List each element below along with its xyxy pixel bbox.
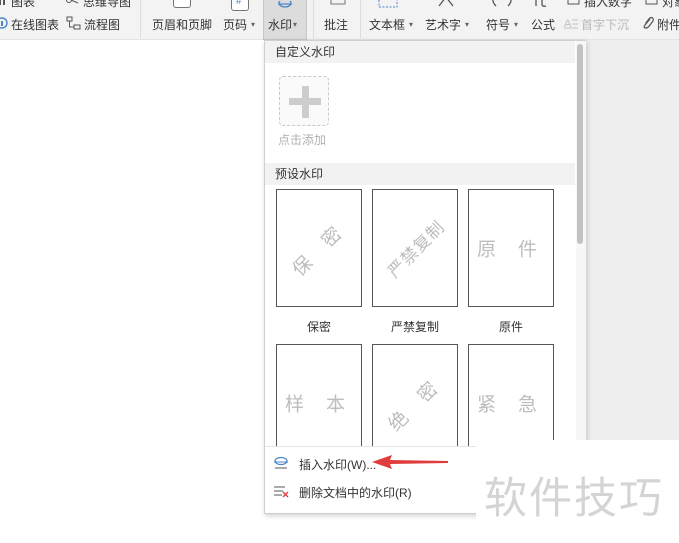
symbol-icon [491, 0, 513, 11]
textbox-button[interactable]: 文本框 ▾ [369, 16, 413, 33]
drop-cap-button[interactable]: A 首字下沉 [564, 16, 629, 33]
preset-watermark-caption: 保密 [306, 320, 331, 334]
page-number-icon: # [231, 0, 249, 11]
svg-text:A: A [564, 18, 572, 29]
preset-watermark-card[interactable]: 保 密 [276, 189, 362, 307]
insert-watermark-icon [273, 456, 289, 473]
add-custom-watermark-label: 点击添加 [278, 133, 327, 147]
arrow-icon [370, 452, 450, 475]
preset-watermark-caption: 原件 [498, 320, 523, 334]
toolbar-separator [360, 0, 361, 38]
online-chart-button[interactable]: 在线图表 [0, 16, 59, 33]
preset-watermark-card[interactable]: 严禁复制 [372, 189, 458, 307]
formula-button[interactable]: 公式 [531, 16, 555, 33]
chart-button[interactable]: 图表 [0, 0, 35, 10]
preset-watermark-card[interactable]: 绝 密 [372, 344, 458, 462]
mindmap-button[interactable]: 思维导图 [66, 0, 131, 10]
preset-watermark-card[interactable]: 原 件 [468, 189, 554, 307]
textbox-icon [378, 0, 398, 12]
online-chart-icon [0, 16, 8, 33]
delete-watermark-icon [273, 484, 289, 501]
insert-number-button[interactable]: 插入数字 [567, 0, 632, 10]
custom-watermark-header: 自定义水印 [265, 41, 575, 63]
comment-icon [330, 0, 346, 10]
symbol-button[interactable]: 符号 ▾ [486, 16, 518, 33]
header-footer-button[interactable]: 页眉和页脚 [152, 16, 212, 33]
object-button[interactable]: 对象 [645, 0, 679, 10]
wordart-button[interactable]: 艺术字 ▾ [425, 16, 469, 33]
screen: { "toolbar": { "top_clipped_left": "图表",… [0, 0, 679, 543]
toolbar-separator [313, 0, 314, 38]
preset-watermark-card[interactable]: 样 本 [276, 344, 362, 462]
watermark-button[interactable]: 水印 ▾ [263, 0, 307, 40]
toolbar-separator [140, 0, 141, 38]
flowchart-icon [66, 16, 81, 33]
drop-cap-icon: A [564, 17, 578, 32]
wordart-icon [437, 0, 455, 10]
watermark-icon [277, 0, 293, 14]
chart-icon [0, 0, 8, 9]
preset-watermark-header: 预设水印 [265, 163, 575, 185]
attachment-icon [642, 16, 654, 33]
mindmap-icon [66, 0, 80, 9]
preset-watermark-caption: 严禁复制 [390, 320, 439, 334]
comment-button[interactable]: 批注 [324, 16, 348, 33]
flowchart-button[interactable]: 流程图 [66, 16, 120, 33]
scrollbar-thumb[interactable] [577, 44, 583, 244]
header-footer-icon [173, 0, 191, 8]
attachment-button[interactable]: 附件 [642, 16, 679, 33]
ribbon-toolbar: 图表 思维导图 在线图表 流程图 页眉和页脚 # 页码 ▾ 水印 ▾ 批注 文本… [0, 0, 679, 40]
formula-icon [534, 0, 552, 11]
page-number-button[interactable]: 页码 ▾ [223, 16, 255, 33]
object-icon [645, 0, 659, 9]
insert-number-icon [567, 0, 581, 9]
brand-watermark: 软件技巧 [476, 440, 679, 543]
add-custom-watermark-button[interactable] [279, 76, 329, 126]
